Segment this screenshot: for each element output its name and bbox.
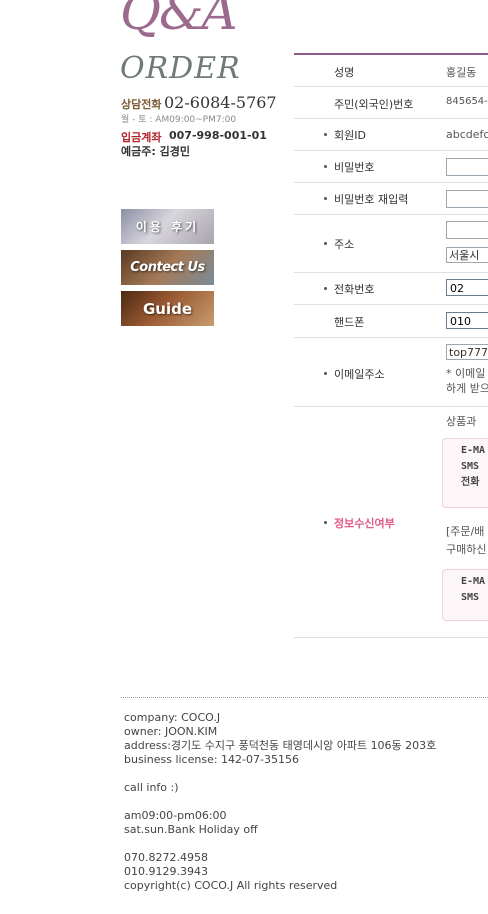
- id-number-value: 845654-: [446, 96, 488, 107]
- phone-prefix-select[interactable]: 02 ▼: [446, 279, 488, 296]
- form-row-email: 이메일주소 top7777 * 이메일 하게 받으: [294, 338, 488, 407]
- phone-prefix-value: 02: [450, 282, 464, 295]
- qa-logo: Q&A: [120, 0, 238, 41]
- form-row-info-consent: 정보수신여부 상품과 E-MA SMS 전화 [주문/배 구매하신 E-MA S…: [294, 407, 488, 638]
- address-input[interactable]: 서울시: [446, 247, 488, 263]
- contact-us-banner[interactable]: Contect Us: [121, 250, 214, 285]
- form-row-password-confirm: 비밀번호 재입력: [294, 183, 488, 215]
- form-row-phone: 전화번호 02 ▼: [294, 273, 488, 305]
- phone-consent-option[interactable]: 전화: [461, 475, 488, 491]
- name-value: 홍길동: [446, 66, 477, 79]
- consent-note-line-1: [주문/배: [446, 525, 485, 538]
- form-row-member-id: 회원ID abcdefc: [294, 119, 488, 151]
- footer-call-info: call info :): [124, 781, 179, 794]
- phone-label: 전화번호: [334, 283, 375, 296]
- review-banner[interactable]: 이용 후기: [121, 209, 214, 244]
- footer-copyright: copyright(c) COCO.J All rights reserved: [124, 879, 338, 892]
- footer-divider: [121, 697, 488, 698]
- order-sms-consent-option[interactable]: SMS: [461, 590, 488, 606]
- password-input[interactable]: [446, 158, 488, 176]
- bullet-icon: [324, 133, 327, 136]
- footer-phone-1: 070.8272.4958: [124, 851, 208, 864]
- contact-us-banner-label: Contect Us: [130, 260, 205, 275]
- name-label: 성명: [334, 66, 355, 79]
- marketing-consent-box: E-MA SMS 전화: [442, 438, 488, 508]
- email-label: 이메일주소: [334, 368, 385, 381]
- bullet-icon: [324, 372, 327, 375]
- bullet-icon: [324, 287, 327, 290]
- member-id-value: abcdefc: [446, 128, 488, 141]
- form-row-mobile: 핸드폰 010 ▼: [294, 305, 488, 338]
- review-banner-label: 이용 후기: [135, 220, 200, 234]
- address-label: 주소: [334, 238, 355, 251]
- bullet-icon: [324, 242, 327, 245]
- email-consent-option[interactable]: E-MA: [461, 443, 488, 459]
- mobile-prefix-select[interactable]: 010 ▼: [446, 312, 488, 329]
- zipcode-input[interactable]: [446, 221, 488, 239]
- form-row-name: 성명 홍길동: [294, 55, 488, 87]
- guide-banner-label: Guide: [142, 299, 193, 318]
- business-hours: 월 - 토 : AM09:00~PM7:00: [121, 115, 237, 125]
- email-note-line-2: 하게 받으: [446, 382, 488, 395]
- form-row-id-number: 주민(외국인)번호 845654-: [294, 87, 488, 119]
- footer-company: company: COCO.J: [124, 711, 221, 724]
- member-id-label: 회원ID: [334, 129, 366, 142]
- bullet-icon: [324, 521, 327, 524]
- consult-phone: 02-6084-5767: [164, 93, 277, 112]
- consent-intro-text: 상품과: [446, 415, 477, 428]
- guide-banner[interactable]: Guide: [121, 291, 214, 326]
- id-number-label: 주민(외국인)번호: [334, 98, 414, 111]
- footer-license: business license: 142-07-35156: [124, 753, 299, 766]
- order-logo: ORDER: [120, 51, 241, 86]
- password-label: 비밀번호: [334, 161, 375, 174]
- info-consent-label: 정보수신여부: [334, 517, 395, 530]
- email-note-line-1: * 이메일: [446, 367, 486, 380]
- footer-holiday: sat.sun.Bank Holiday off: [124, 823, 258, 836]
- bullet-icon: [324, 165, 327, 168]
- consent-note-line-2: 구매하신: [446, 543, 487, 556]
- bullet-icon: [324, 197, 327, 200]
- footer-address: address:경기도 수지구 풍덕천동 태영데시앙 아파트 106동 203호: [124, 739, 437, 752]
- consult-label: 상담전화: [121, 98, 162, 111]
- footer-owner: owner: JOON.KIM: [124, 725, 218, 738]
- footer-phone-2: 010.9129.3943: [124, 865, 208, 878]
- account-holder: 예금주: 김경민: [121, 145, 190, 158]
- order-email-consent-option[interactable]: E-MA: [461, 574, 488, 590]
- form-row-password: 비밀번호: [294, 151, 488, 183]
- password-confirm-input[interactable]: [446, 190, 488, 208]
- order-consent-box: E-MA SMS: [442, 569, 488, 621]
- form-row-address: 주소 서울시: [294, 215, 488, 273]
- account-number: 007-998-001-01: [169, 129, 267, 142]
- mobile-prefix-value: 010: [450, 315, 471, 328]
- email-input[interactable]: top7777: [446, 344, 488, 360]
- footer-hours: am09:00-pm06:00: [124, 809, 227, 822]
- sms-consent-option[interactable]: SMS: [461, 459, 488, 475]
- mobile-label: 핸드폰: [334, 316, 365, 329]
- password-confirm-label: 비밀번호 재입력: [334, 193, 409, 206]
